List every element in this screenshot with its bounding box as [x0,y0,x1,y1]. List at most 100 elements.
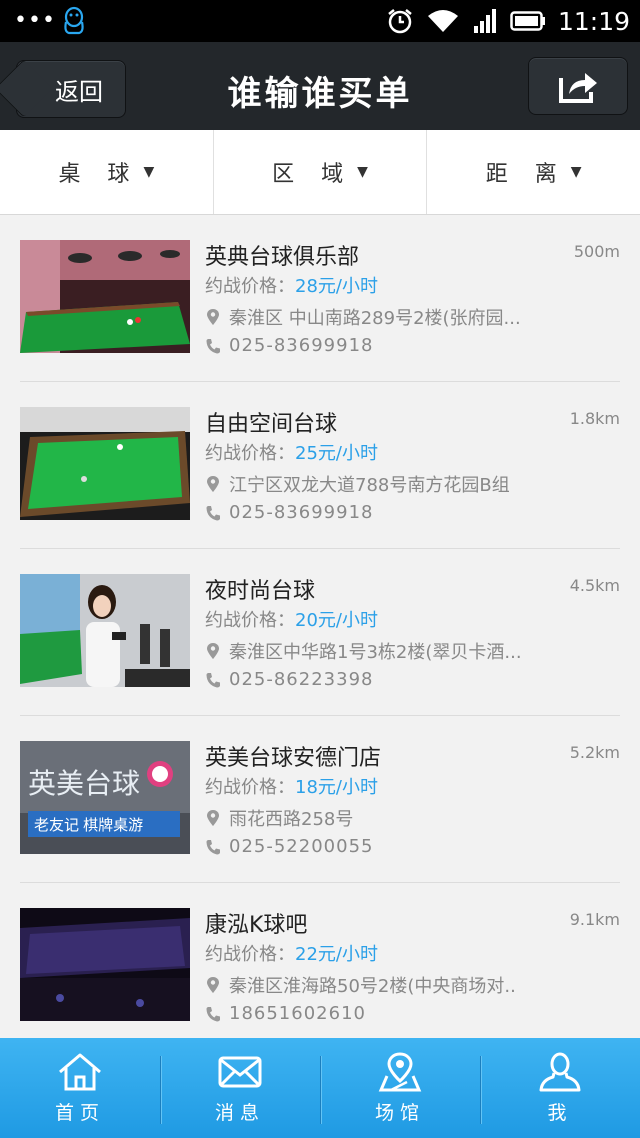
price-label: 约战价格： [205,443,295,464]
phone-icon [206,1006,220,1021]
phone-icon [206,839,220,854]
tab-home-label: 首页 [54,1102,105,1124]
price-value: 28元/小时 [295,276,378,297]
price-value: 25元/小时 [295,443,378,464]
sign-text: 英美台球 [28,768,140,799]
share-icon [559,73,597,103]
venue-phone[interactable]: 18651602610 [205,1003,366,1024]
venue-name: 夜时尚台球 [205,579,316,604]
venue-address: 秦淮区淮海路50号2楼(中央商场对.. [205,972,555,998]
filter-category[interactable]: 桌 球 ▼ [0,130,214,214]
sign-subtext: 老友记 棋牌桌游 [34,817,143,834]
phone-text: 18651602610 [229,1003,366,1024]
tab-messages[interactable]: 消息 [160,1038,320,1138]
phone-text: 025-86223398 [229,669,374,690]
venue-price: 约战价格：20元/小时 [205,606,378,632]
phone-icon [206,505,220,520]
price-label: 约战价格： [205,276,295,297]
tab-bar: 首页 消息 场馆 我 [0,1038,640,1138]
tab-me[interactable]: 我 [480,1038,640,1138]
venue-phone[interactable]: 025-52200055 [205,836,373,857]
venue-address: 秦淮区中华路1号3栋2楼(翠贝卡酒... [205,638,555,664]
tab-home[interactable]: 首页 [0,1038,160,1138]
venue-item[interactable]: 夜时尚台球 4.5km 约战价格：20元/小时 秦淮区中华路1号3栋2楼(翠贝卡… [0,549,640,716]
filter-distance[interactable]: 距 离 ▼ [427,130,640,214]
phone-text: 025-83699918 [229,502,374,523]
tab-venues-label: 场馆 [374,1102,425,1124]
phone-icon [206,672,220,687]
venue-list: 英典台球俱乐部 500m 约战价格：28元/小时 秦淮区 中山南路289号2楼(… [0,215,640,1050]
venue-photo [20,574,190,687]
alarm-icon [388,9,412,34]
dropdown-arrow-icon: ▼ [570,164,582,180]
filter-category-label: 桌 球 [58,162,140,187]
tab-venues[interactable]: 场馆 [320,1038,480,1138]
price-value: 20元/小时 [295,610,378,631]
wifi-icon [427,10,458,32]
filter-area[interactable]: 区 域 ▼ [214,130,428,214]
venue-item[interactable]: 英美台球 老友记 棋牌桌游 英美台球安德门店 5.2km 约战价格：18元/小时… [0,716,640,883]
user-icon [539,1052,581,1092]
tab-me-label: 我 [547,1102,573,1124]
venue-name: 英典台球俱乐部 [205,245,360,270]
location-pin-icon [207,643,219,659]
home-icon [59,1053,101,1091]
venue-distance: 4.5km [569,576,620,595]
venue-price: 约战价格：18元/小时 [205,773,378,799]
price-value: 22元/小时 [295,944,378,965]
location-pin-icon [207,810,219,826]
dropdown-arrow-icon: ▼ [143,164,155,180]
venue-photo [20,908,190,1021]
battery-icon [510,11,545,31]
venue-photo: 英美台球 老友记 棋牌桌游 [20,741,190,854]
venue-distance: 5.2km [569,743,620,762]
notification-dots: ••• [14,8,56,33]
venue-name: 康泓K球吧 [205,913,308,938]
venue-phone[interactable]: 025-83699918 [205,502,373,523]
venue-phone[interactable]: 025-83699918 [205,335,373,356]
phone-text: 025-52200055 [229,836,374,857]
nav-bar: 返回 谁输谁买单 [0,42,640,130]
venue-photo [20,407,190,520]
venue-price: 约战价格：22元/小时 [205,940,378,966]
address-text: 秦淮区淮海路50号2楼(中央商场对.. [229,976,516,997]
venue-photo [20,240,190,353]
venue-distance: 1.8km [569,409,620,428]
venue-name: 自由空间台球 [205,412,338,437]
share-button[interactable] [528,57,628,115]
price-label: 约战价格： [205,944,295,965]
venue-address: 秦淮区 中山南路289号2楼(张府园... [205,304,555,330]
venue-price: 约战价格：28元/小时 [205,272,378,298]
address-text: 秦淮区 中山南路289号2楼(张府园... [229,308,521,329]
clock: 11:19 [557,6,630,36]
location-pin-icon [207,977,219,993]
location-pin-icon [207,476,219,492]
venue-price: 约战价格：25元/小时 [205,439,378,465]
venue-address: 雨花西路258号 [205,805,555,831]
venue-item[interactable]: 康泓K球吧 9.1km 约战价格：22元/小时 秦淮区淮海路50号2楼(中央商场… [0,883,640,1050]
mail-icon [218,1056,262,1088]
venue-distance: 9.1km [569,910,620,929]
venue-address: 江宁区双龙大道788号南方花园B组 [205,471,555,497]
address-text: 雨花西路258号 [229,809,354,830]
phone-text: 025-83699918 [229,335,374,356]
filter-area-label: 区 域 [272,162,354,187]
dropdown-arrow-icon: ▼ [357,164,368,180]
filter-distance-label: 距 离 [485,162,567,187]
venue-item[interactable]: 自由空间台球 1.8km 约战价格：25元/小时 江宁区双龙大道788号南方花园… [0,382,640,549]
venue-item[interactable]: 英典台球俱乐部 500m 约战价格：28元/小时 秦淮区 中山南路289号2楼(… [0,215,640,382]
price-label: 约战价格： [205,610,295,631]
filter-bar: 桌 球 ▼ 区 域 ▼ 距 离 ▼ [0,130,640,215]
signal-icon [473,9,496,33]
venue-phone[interactable]: 025-86223398 [205,669,373,690]
address-text: 江宁区双龙大道788号南方花园B组 [229,475,510,496]
venue-distance: 500m [573,242,620,261]
price-value: 18元/小时 [295,777,378,798]
location-pin-icon [207,309,219,325]
tab-messages-label: 消息 [214,1102,265,1124]
map-pin-icon [378,1052,422,1092]
phone-icon [206,338,220,353]
qq-penguin-icon [64,6,84,35]
venue-name: 英美台球安德门店 [205,746,382,771]
address-text: 秦淮区中华路1号3栋2楼(翠贝卡酒... [229,642,522,663]
